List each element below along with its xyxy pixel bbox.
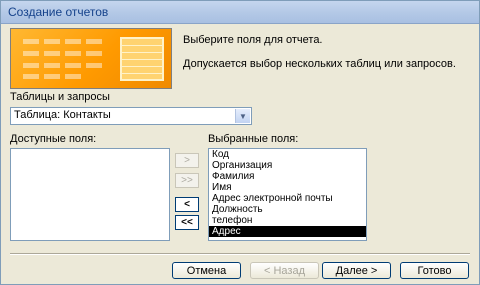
instruction-text: Выберите поля для отчета. (183, 34, 323, 46)
wizard-banner-image (10, 28, 172, 89)
back-button[interactable]: < Назад (250, 262, 319, 279)
selected-fields-list[interactable]: Код Организация Фамилия Имя Адрес электр… (208, 148, 367, 241)
hint-text: Допускается выбор нескольких таблиц или … (183, 58, 456, 70)
title-bar[interactable]: Создание отчетов (1, 1, 479, 24)
footer-divider (10, 253, 470, 255)
add-field-button[interactable]: > (175, 153, 199, 168)
list-item[interactable]: Имя (209, 182, 366, 193)
source-select[interactable]: Таблица: Контакты ▼ (10, 107, 252, 125)
list-item[interactable]: Адрес электронной почты (209, 193, 366, 204)
window-title: Создание отчетов (8, 5, 109, 19)
banner-pattern (23, 39, 115, 81)
report-sheet-icon (120, 37, 164, 81)
source-select-value: Таблица: Контакты (14, 109, 111, 121)
source-label: Таблицы и запросы (10, 91, 110, 103)
list-item[interactable]: Фамилия (209, 171, 366, 182)
selected-fields-label: Выбранные поля: (208, 133, 299, 145)
cancel-button[interactable]: Отмена (172, 262, 241, 279)
list-item[interactable]: Код (209, 149, 366, 160)
remove-all-fields-button[interactable]: << (175, 215, 199, 230)
finish-button[interactable]: Готово (400, 262, 469, 279)
list-item[interactable]: Организация (209, 160, 366, 171)
remove-field-button[interactable]: < (175, 197, 199, 212)
available-fields-list[interactable] (10, 148, 170, 241)
report-wizard-window: Создание отчетов Выберите поля для отчет… (0, 0, 480, 285)
list-item[interactable]: Должность (209, 204, 366, 215)
add-all-fields-button[interactable]: >> (175, 173, 199, 188)
available-fields-label: Доступные поля: (10, 133, 97, 145)
chevron-down-icon[interactable]: ▼ (235, 109, 250, 123)
list-item-selected[interactable]: Адрес (209, 226, 366, 237)
next-button[interactable]: Далее > (322, 262, 391, 279)
list-item[interactable]: телефон (209, 215, 366, 226)
